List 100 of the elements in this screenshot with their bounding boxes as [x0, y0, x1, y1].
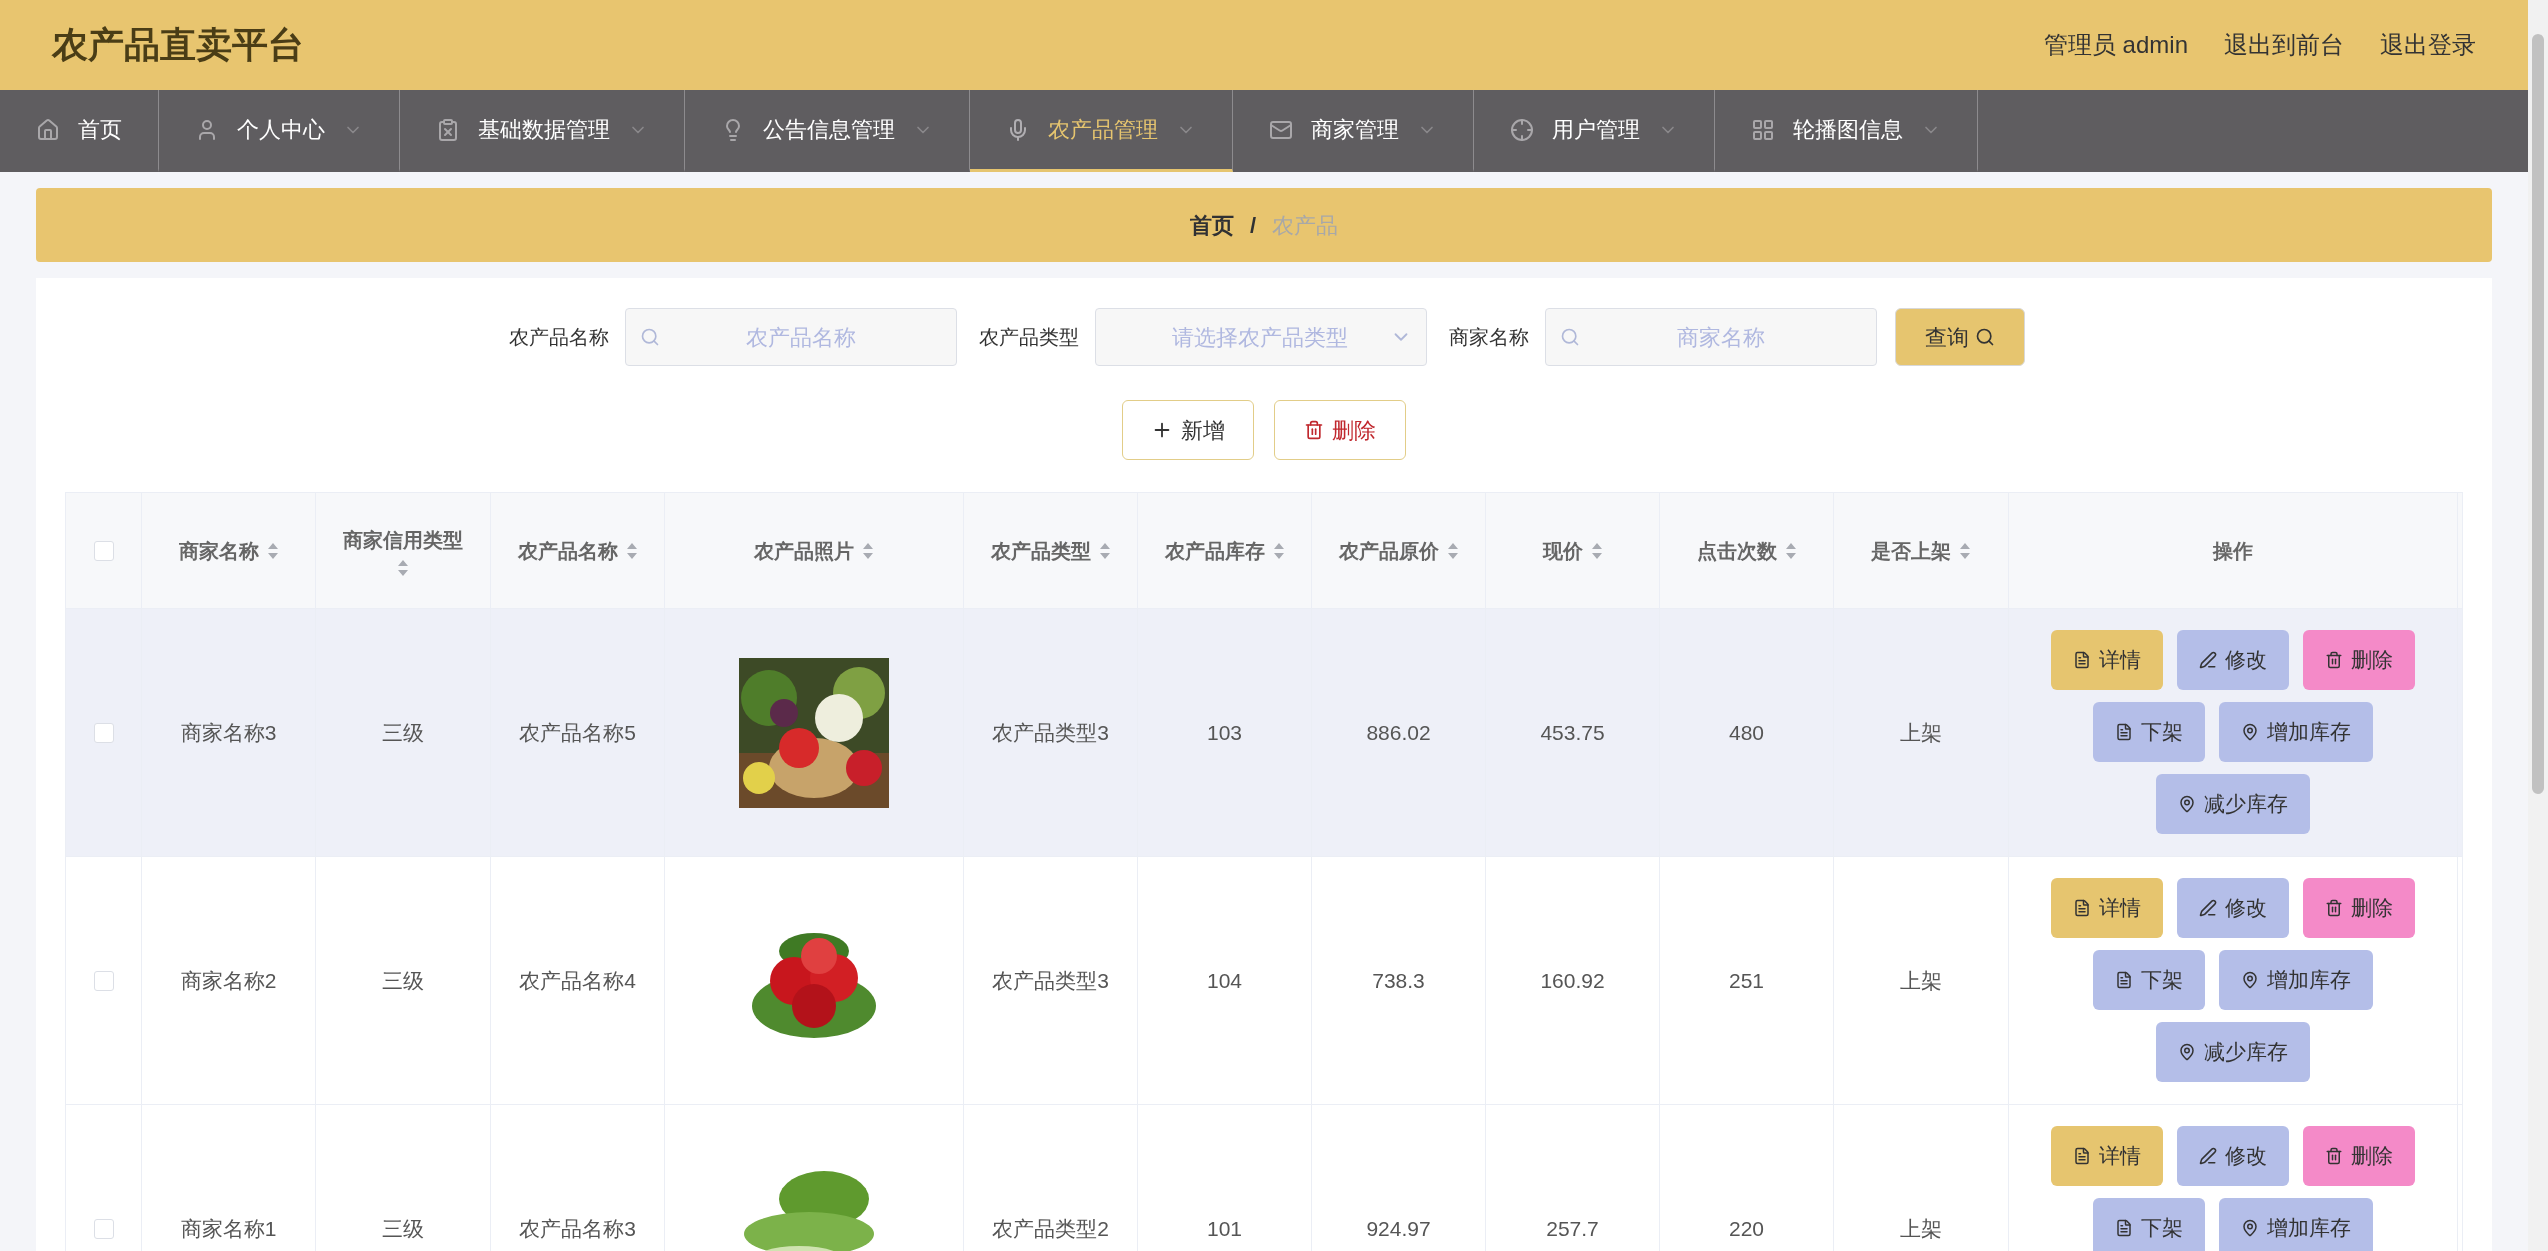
nav-label: 农产品管理 [1048, 116, 1158, 144]
action-button[interactable]: 详情 [2051, 630, 2163, 690]
table-cell-text: 农产品名称5 [519, 719, 636, 746]
nav-label: 公告信息管理 [763, 116, 895, 144]
column-header: 商家信用类型 [343, 527, 463, 553]
column-header: 是否上架 [1871, 538, 1951, 564]
sort-icon[interactable] [1784, 541, 1797, 560]
table-cell-text: 251 [1728, 967, 1764, 994]
pen-icon [2199, 1147, 2217, 1165]
pin-icon [2241, 723, 2259, 741]
table-cell-text: 220 [1728, 1215, 1764, 1242]
table-cell-text: 480 [1728, 719, 1764, 746]
column-header: 农产品原价 [1338, 538, 1439, 564]
breadcrumb-link[interactable]: 首页 [1189, 208, 1234, 242]
action-button[interactable]: 修改 [2177, 878, 2289, 938]
sort-icon[interactable] [1590, 541, 1603, 560]
action-button[interactable]: 修改 [2177, 1126, 2289, 1186]
delete-button[interactable]: 删除 [1274, 400, 1406, 460]
nav-label: 商家管理 [1311, 116, 1399, 144]
crosshair-icon [1510, 117, 1534, 142]
pin-icon [2178, 795, 2196, 813]
action-button[interactable]: 删除 [2303, 878, 2415, 938]
filter-label: 农产品名称 [509, 325, 609, 350]
sort-icon[interactable] [1446, 541, 1459, 560]
sort-icon[interactable] [397, 558, 409, 577]
column-header: 操作 [2213, 538, 2253, 564]
nav-tab[interactable]: 用户管理 [1474, 90, 1715, 172]
checkbox[interactable] [93, 970, 114, 991]
checkbox[interactable] [93, 722, 114, 743]
header-link[interactable]: 退出登录 [2380, 27, 2476, 63]
table-cell-text: 886.02 [1366, 719, 1431, 746]
sort-icon[interactable] [266, 541, 279, 560]
home-icon [36, 117, 60, 142]
trash-icon [2325, 1147, 2343, 1165]
sort-icon[interactable] [625, 541, 638, 560]
table-cell-text: 农产品类型3 [992, 967, 1109, 994]
table-cell-text: 农产品名称3 [519, 1215, 636, 1242]
action-button[interactable]: 增加库存 [2219, 1198, 2373, 1251]
scrollbar[interactable] [2528, 0, 2548, 1251]
clipboard-icon [436, 117, 460, 142]
nav-tab[interactable]: 轮播图信息 [1715, 90, 1978, 172]
search-icon [1975, 327, 1995, 347]
column-header: 点击次数 [1696, 538, 1777, 564]
sort-icon[interactable] [862, 541, 874, 560]
sort-icon[interactable] [1098, 541, 1111, 560]
action-button[interactable]: 详情 [2051, 878, 2163, 938]
nav-tab[interactable]: 农产品管理 [970, 90, 1233, 172]
trash-icon [2325, 651, 2343, 669]
action-button[interactable]: 下架 [2093, 950, 2205, 1010]
action-button[interactable]: 下架 [2093, 702, 2205, 762]
breadcrumb-separator: / [1249, 211, 1257, 240]
column-header: 农产品照片 [754, 538, 854, 564]
table-cell-text: 三级 [382, 1215, 424, 1242]
action-button[interactable]: 减少库存 [2156, 1022, 2310, 1082]
nav-tab[interactable]: 基础数据管理 [400, 90, 685, 172]
sort-icon[interactable] [1272, 541, 1285, 560]
table-cell-text: 商家名称2 [180, 967, 277, 994]
search-icon [640, 327, 660, 347]
column-header: 商家名称 [178, 538, 259, 564]
document-icon [2115, 723, 2133, 741]
nav-tab[interactable]: 商家管理 [1233, 90, 1474, 172]
nav-tab[interactable]: 公告信息管理 [685, 90, 970, 172]
action-button[interactable]: 增加库存 [2219, 950, 2373, 1010]
action-button[interactable]: 详情 [2051, 1126, 2163, 1186]
table-cell-text: 农产品类型3 [992, 719, 1109, 746]
table-cell-text: 453.75 [1540, 719, 1605, 746]
column-header: 现价 [1542, 538, 1583, 564]
header-link[interactable]: 退出到前台 [2224, 27, 2344, 63]
table-cell-text: 上架 [1900, 967, 1942, 994]
nav-label: 基础数据管理 [478, 116, 610, 144]
nav-tab[interactable]: 个人中心 [159, 90, 400, 172]
document-icon [2115, 971, 2133, 989]
search-icon [1560, 327, 1580, 347]
add-button[interactable]: 新增 [1122, 400, 1254, 460]
nav-tab[interactable]: 首页 [0, 90, 159, 172]
action-button[interactable]: 删除 [2303, 1126, 2415, 1186]
query-button[interactable]: 查询 [1895, 308, 2025, 366]
table-row[interactable]: 商家名称3 三级 农产品名称5 农产品类型3 103 886.02 453.75 480 上架 详情 修改 删除 下架 增加库存 减少库存 [66, 609, 2462, 857]
table-cell-text: 三级 [382, 967, 424, 994]
table-cell-text: 103 [1206, 719, 1242, 746]
table-cell-text: 738.3 [1372, 967, 1425, 994]
column-header: 农产品名称 [517, 538, 618, 564]
breadcrumb-current: 农产品 [1272, 211, 1339, 240]
action-button[interactable]: 删除 [2303, 630, 2415, 690]
pen-icon [2199, 899, 2217, 917]
sort-icon[interactable] [1959, 541, 1971, 560]
scrollbar-thumb[interactable] [2532, 34, 2544, 794]
filter-label: 农产品类型 [979, 325, 1079, 350]
checkbox[interactable] [93, 540, 114, 561]
header-link[interactable]: 管理员 admin [2043, 27, 2188, 63]
action-button[interactable]: 修改 [2177, 630, 2289, 690]
action-button[interactable]: 下架 [2093, 1198, 2205, 1251]
action-button[interactable]: 增加库存 [2219, 702, 2373, 762]
table-cell-text: 商家名称3 [180, 719, 277, 746]
checkbox[interactable] [93, 1218, 114, 1239]
table-cell-text: 101 [1206, 1215, 1242, 1242]
table-row[interactable]: 商家名称2 三级 农产品名称4 农产品类型3 104 738.3 160.92 251 上架 详情 修改 删除 下架 增加库存 减少库存 [66, 857, 2462, 1105]
document-icon [2115, 1219, 2133, 1237]
action-button[interactable]: 减少库存 [2156, 774, 2310, 834]
nav-label: 个人中心 [237, 116, 325, 144]
